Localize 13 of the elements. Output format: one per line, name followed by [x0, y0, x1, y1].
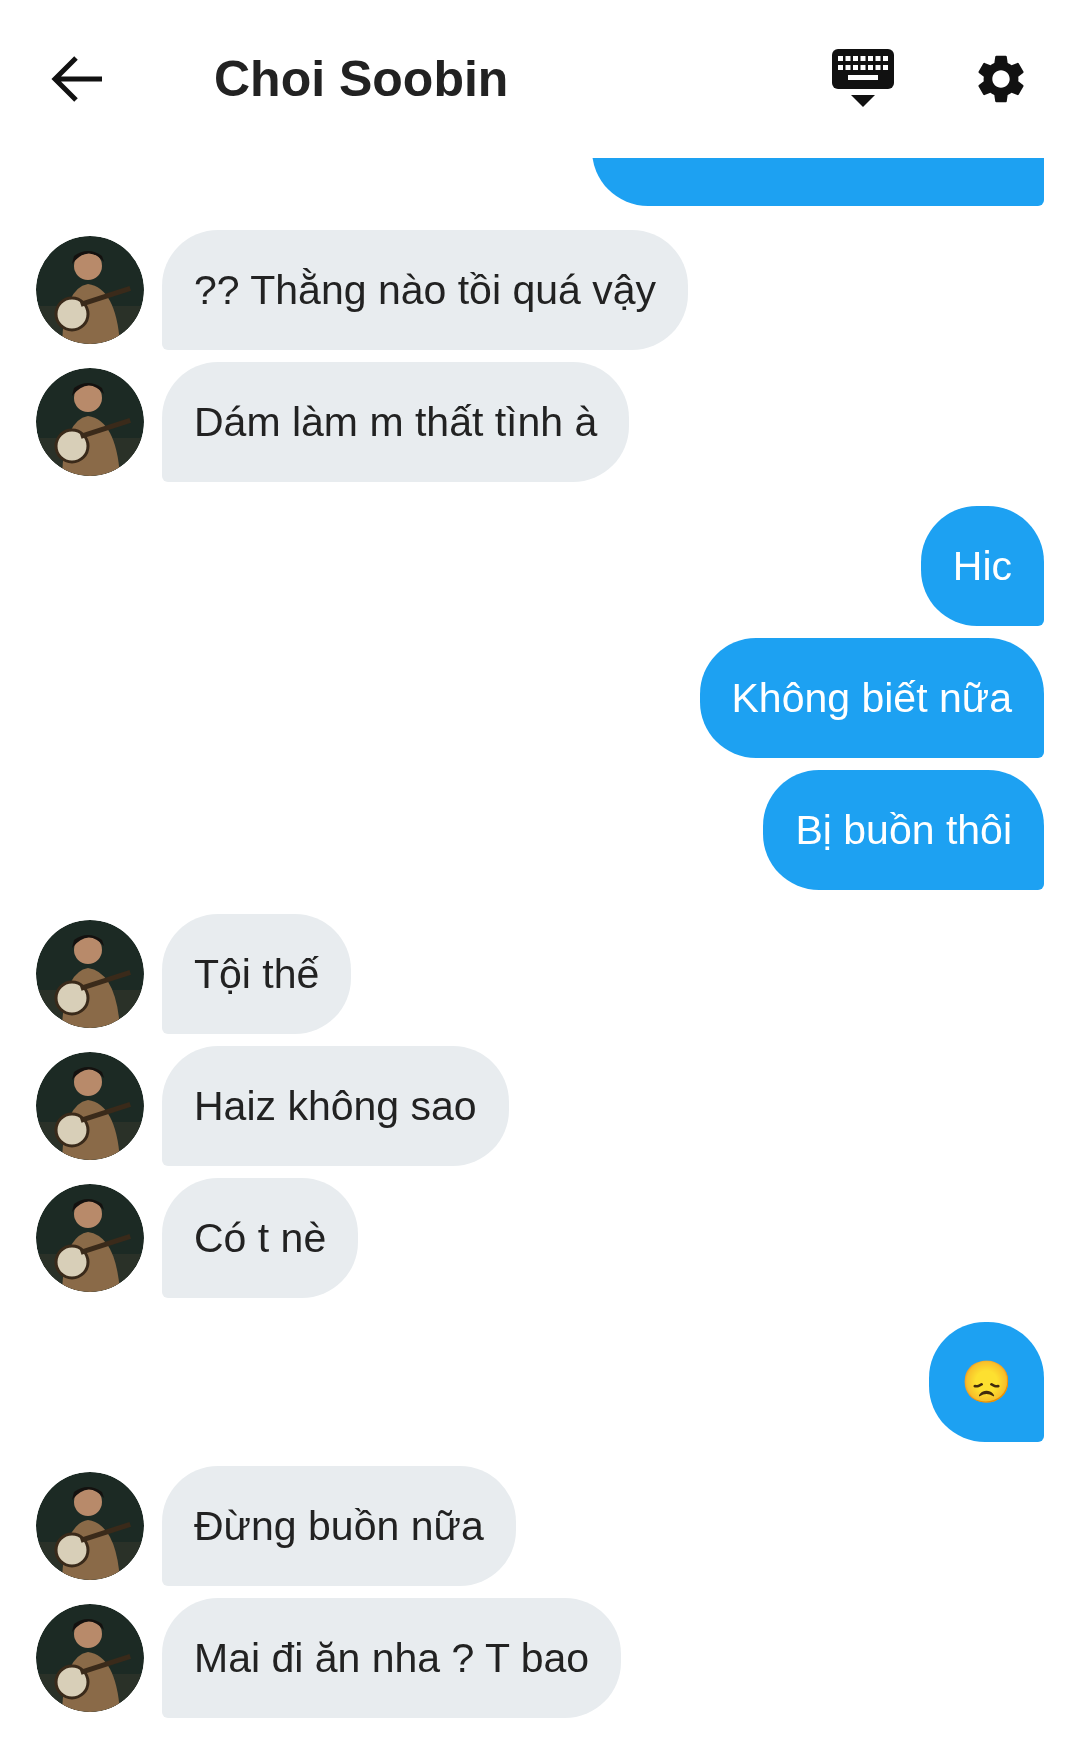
sent-message: Không biết nữa	[699, 638, 1044, 758]
sent-message: Hic	[920, 506, 1044, 626]
keyboard-icon[interactable]	[832, 49, 894, 109]
received-message: Dám làm m thất tình à	[162, 362, 630, 482]
received-message: Mai đi ăn nha ? T bao	[162, 1598, 622, 1718]
received-message: ?? Thằng nào tồi quá vậy	[162, 230, 688, 350]
received-message: Có t nè	[162, 1178, 359, 1298]
received-message: Haiz không sao	[162, 1046, 509, 1166]
chat-title: Choi Soobin	[214, 49, 509, 109]
received-message: Tội thế	[162, 914, 352, 1034]
sent-message: 😞	[929, 1322, 1044, 1442]
received-message: Đừng buồn nữa	[162, 1466, 516, 1586]
sent-message: Bị buồn thôi	[763, 770, 1044, 890]
